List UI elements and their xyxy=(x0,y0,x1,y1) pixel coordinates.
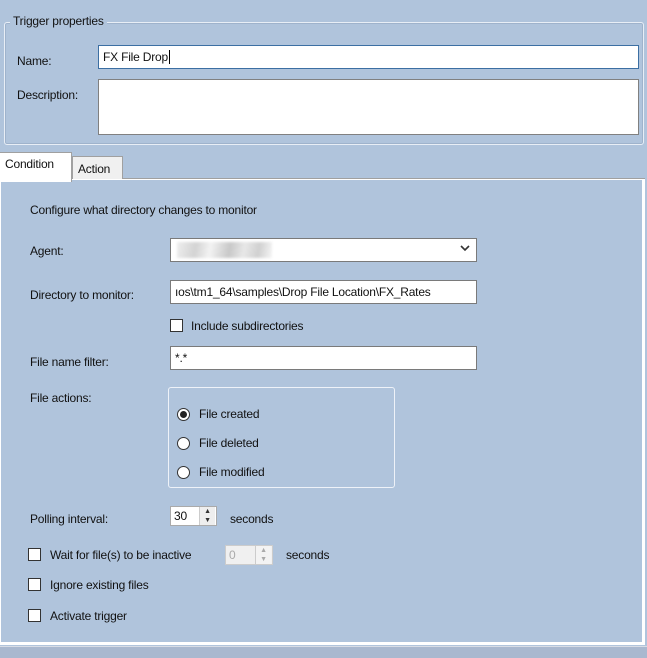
polling-interval-label: Polling interval: xyxy=(30,512,108,526)
file-modified-radio[interactable] xyxy=(177,466,190,479)
chevron-down-icon xyxy=(460,242,470,256)
wait-inactive-label: Wait for file(s) to be inactive xyxy=(50,548,192,562)
ignore-existing-label: Ignore existing files xyxy=(50,578,149,592)
file-created-label: File created xyxy=(199,407,260,421)
description-label: Description: xyxy=(17,88,78,102)
tab-condition[interactable]: Condition xyxy=(0,152,72,182)
file-deleted-label: File deleted xyxy=(199,436,259,450)
spin-down-icon: ▼ xyxy=(256,555,271,564)
activate-trigger-label: Activate trigger xyxy=(50,609,127,623)
file-deleted-radio[interactable] xyxy=(177,437,190,450)
polling-interval-spinner[interactable]: 30 ▲ ▼ xyxy=(170,506,217,526)
wait-inactive-unit: seconds xyxy=(286,548,330,562)
include-subdirectories-label: Include subdirectories xyxy=(191,319,304,333)
ignore-existing-checkbox[interactable] xyxy=(28,578,41,591)
activate-trigger-checkbox[interactable] xyxy=(28,609,41,622)
polling-interval-value: 30 xyxy=(174,509,187,523)
agent-value-redacted xyxy=(177,242,272,258)
wait-inactive-checkbox[interactable] xyxy=(28,548,41,561)
file-actions-label: File actions: xyxy=(30,391,92,405)
file-created-radio[interactable] xyxy=(177,408,190,421)
directory-label: Directory to monitor: xyxy=(30,288,134,302)
include-subdirectories-checkbox[interactable] xyxy=(170,319,183,332)
spin-down-icon[interactable]: ▼ xyxy=(200,516,215,525)
file-modified-label: File modified xyxy=(199,465,265,479)
file-filter-label: File name filter: xyxy=(30,355,109,369)
trigger-properties-legend: Trigger properties xyxy=(10,14,107,28)
name-input[interactable]: FX File Drop xyxy=(98,45,639,69)
polling-interval-unit: seconds xyxy=(230,512,274,526)
condition-heading: Configure what directory changes to moni… xyxy=(30,203,257,217)
name-label: Name: xyxy=(17,54,52,68)
agent-label: Agent: xyxy=(30,244,64,258)
agent-dropdown[interactable] xyxy=(170,238,477,262)
text-caret xyxy=(168,50,170,64)
wait-inactive-spinner: 0 ▲ ▼ xyxy=(225,545,273,565)
file-filter-input[interactable]: *.* xyxy=(170,346,477,370)
description-input[interactable] xyxy=(98,79,639,135)
directory-input[interactable]: ıos\tm1_64\samples\Drop File Location\FX… xyxy=(170,280,477,304)
tab-action[interactable]: Action xyxy=(72,156,123,180)
name-value: FX File Drop xyxy=(103,50,168,64)
bottom-strip xyxy=(0,646,647,658)
wait-inactive-value: 0 xyxy=(229,548,236,562)
